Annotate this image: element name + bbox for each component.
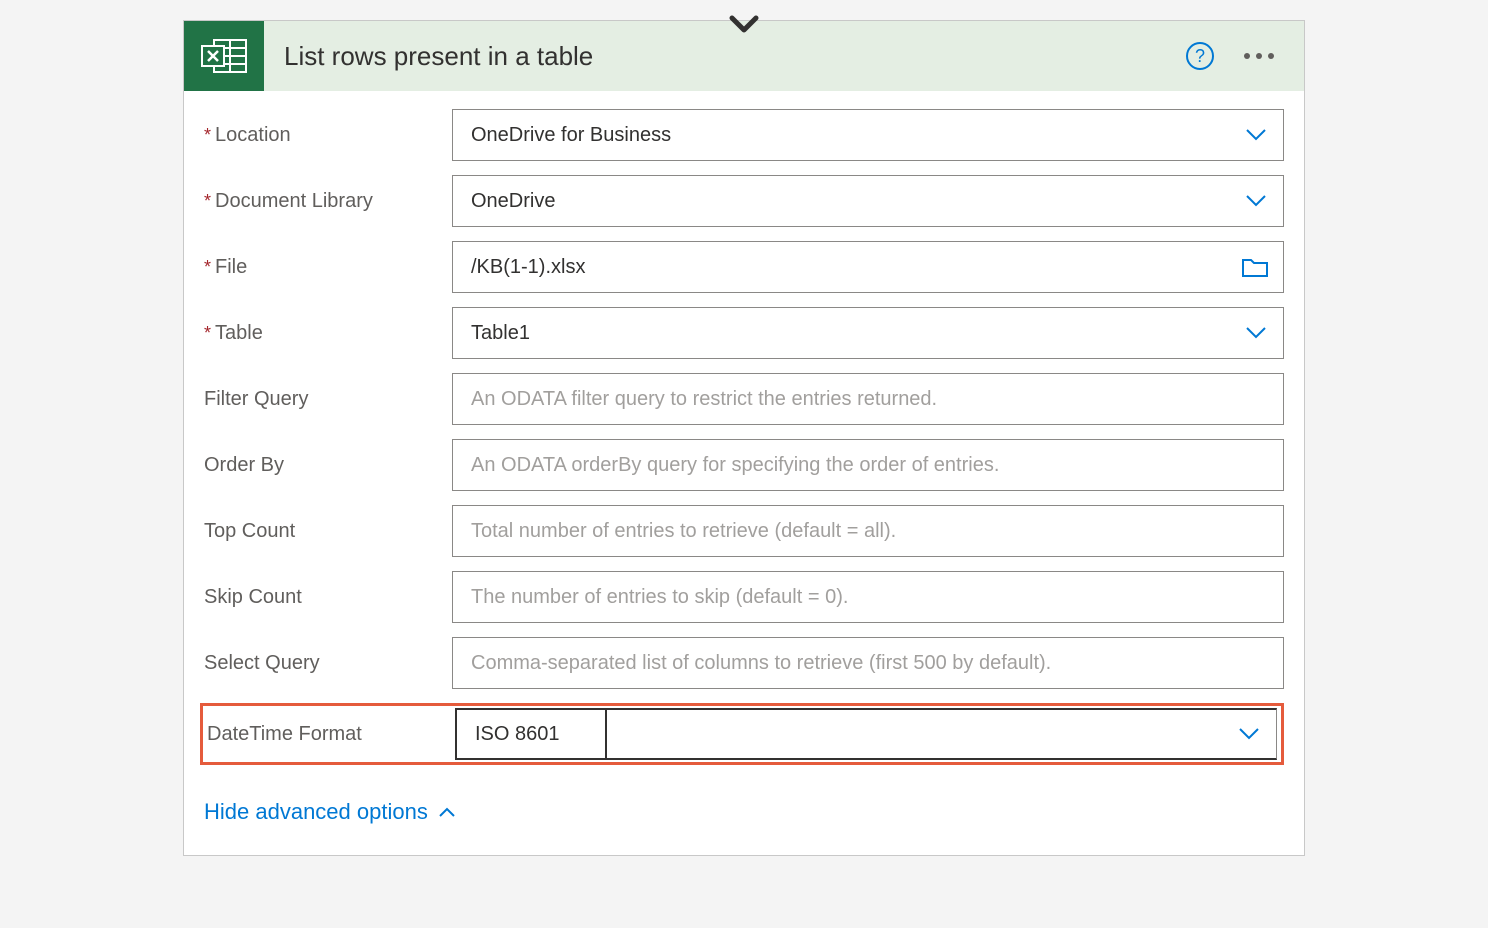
- more-menu-icon[interactable]: [1244, 53, 1274, 59]
- order-by-input[interactable]: [453, 440, 1283, 490]
- table-dropdown[interactable]: [452, 307, 1284, 359]
- top-count-label: Top Count: [204, 520, 295, 543]
- help-icon[interactable]: ?: [1186, 42, 1214, 70]
- skip-count-label: Skip Count: [204, 586, 302, 609]
- top-count-input[interactable]: [453, 506, 1283, 556]
- datetime-format-input[interactable]: [457, 710, 607, 758]
- field-skip-count: Skip Count: [204, 571, 1284, 623]
- action-card: List rows present in a table ? *Location…: [183, 20, 1305, 856]
- field-location: *Location: [204, 109, 1284, 161]
- location-dropdown[interactable]: [452, 109, 1284, 161]
- document-library-label: Document Library: [215, 190, 373, 213]
- field-file: *File: [204, 241, 1284, 293]
- select-query-input[interactable]: [453, 638, 1283, 688]
- filter-query-input[interactable]: [453, 374, 1283, 424]
- file-picker[interactable]: [452, 241, 1284, 293]
- document-library-dropdown[interactable]: [452, 175, 1284, 227]
- filter-query-field[interactable]: [452, 373, 1284, 425]
- datetime-format-dropdown[interactable]: [455, 708, 1277, 760]
- document-library-input[interactable]: [453, 176, 1283, 226]
- advanced-toggle-label: Hide advanced options: [204, 799, 428, 825]
- select-query-label: Select Query: [204, 652, 320, 675]
- skip-count-field[interactable]: [452, 571, 1284, 623]
- datetime-format-label: DateTime Format: [207, 723, 362, 746]
- arrow-down-icon: [728, 14, 760, 38]
- select-query-field[interactable]: [452, 637, 1284, 689]
- card-title: List rows present in a table: [284, 41, 1186, 72]
- field-filter-query: Filter Query: [204, 373, 1284, 425]
- top-count-field[interactable]: [452, 505, 1284, 557]
- card-body: *Location *Document Library *File: [184, 91, 1304, 855]
- field-order-by: Order By: [204, 439, 1284, 491]
- field-table: *Table: [204, 307, 1284, 359]
- field-datetime-format: DateTime Format: [200, 703, 1284, 765]
- field-top-count: Top Count: [204, 505, 1284, 557]
- file-input[interactable]: [453, 242, 1283, 292]
- table-input[interactable]: [453, 308, 1283, 358]
- file-label: File: [215, 256, 247, 279]
- field-select-query: Select Query: [204, 637, 1284, 689]
- order-by-label: Order By: [204, 454, 284, 477]
- location-input[interactable]: [453, 110, 1283, 160]
- chevron-up-icon: [438, 806, 456, 818]
- hide-advanced-options-link[interactable]: Hide advanced options: [204, 799, 456, 825]
- skip-count-input[interactable]: [453, 572, 1283, 622]
- location-label: Location: [215, 124, 291, 147]
- field-document-library: *Document Library: [204, 175, 1284, 227]
- table-label: Table: [215, 322, 263, 345]
- filter-query-label: Filter Query: [204, 388, 308, 411]
- order-by-field[interactable]: [452, 439, 1284, 491]
- excel-icon: [184, 21, 264, 91]
- chevron-down-icon: [1238, 727, 1260, 741]
